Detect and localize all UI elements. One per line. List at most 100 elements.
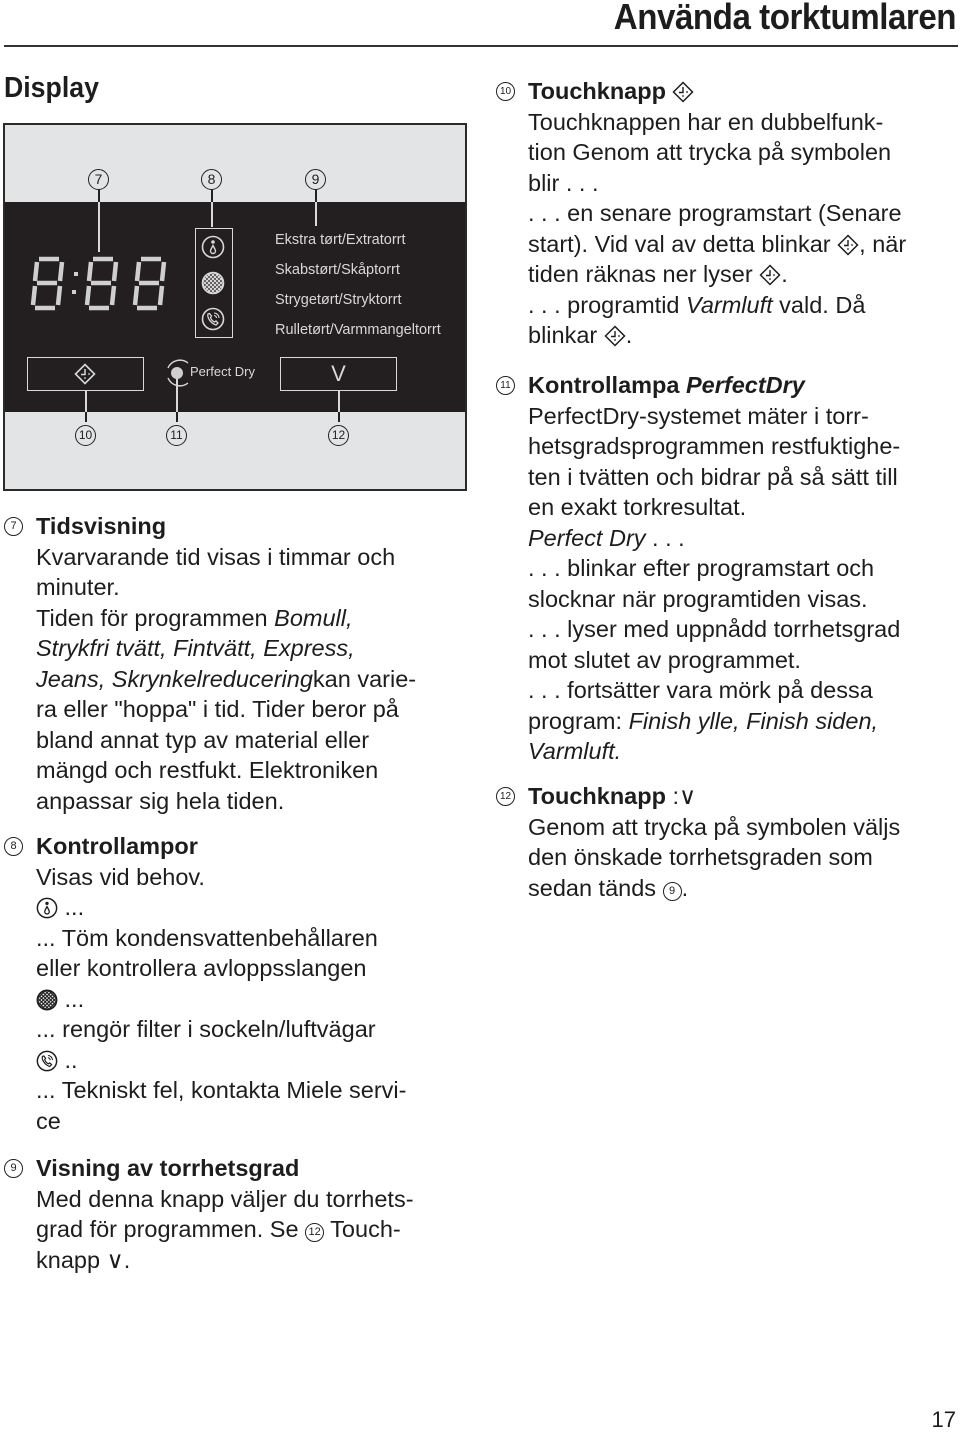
- item-8-indicator-lamps: 8 Kontrollampor Visas vid behov. ... ...…: [4, 831, 406, 1136]
- callout-10: 10: [75, 425, 96, 446]
- text-line: Genom att trycka på symbolen väljs: [528, 813, 901, 840]
- program-names: Finish ylle, Finish siden,: [628, 707, 879, 734]
- text-line: Perfect Dry . . .: [528, 523, 900, 554]
- water-drain-icon: [201, 235, 225, 259]
- dryness-select-button[interactable]: V: [280, 357, 397, 391]
- text-line: . . . fortsätter vara mörk på dessa: [528, 677, 873, 703]
- item-12-dryness-touch-button: 12 Touchknapp :∨ Genom att trycka på sym…: [496, 781, 900, 903]
- text-line: ... Tekniskt fel, kontakta Miele servi-: [36, 1077, 407, 1103]
- item-heading: Visning av torrhetsgrad: [36, 1155, 300, 1181]
- text-line: Kvarvarande tid visas i timmar och: [36, 543, 396, 570]
- item-body: Visas vid behov. ... ... Töm kondensvatt…: [4, 862, 406, 1137]
- text-line: Med denna knapp väljer du torrhets-: [36, 1185, 414, 1212]
- program-name: Bomull,: [274, 604, 353, 631]
- lamp-entry-water: ...: [36, 892, 406, 923]
- text-span: sedan tänds: [528, 874, 663, 901]
- item-number: 8: [4, 837, 23, 856]
- callout-7: 7: [88, 169, 109, 190]
- text-span: blinkar: [528, 322, 604, 348]
- program-names: Strykfri tvätt, Fintvätt, Express,: [36, 635, 355, 661]
- text-line: Jeans, Skrynkelreduceringkan varie-: [36, 664, 416, 695]
- text-span: kan varie-: [312, 665, 417, 692]
- program-name: Perfect Dry: [528, 524, 646, 551]
- dryness-select-label: V: [331, 361, 346, 386]
- text-line: Visas vid behov.: [36, 863, 205, 890]
- item-11-perfectdry-lamp: 11 Kontrollampa PerfectDry PerfectDry-sy…: [496, 370, 900, 767]
- text-line: slocknar när programtiden visas.: [528, 585, 868, 612]
- page-number: 17: [931, 1407, 956, 1432]
- text-line: den önskade torrhetsgraden som: [528, 844, 873, 870]
- heading-suffix: :∨: [665, 783, 697, 809]
- leader-line-12: [338, 390, 340, 412]
- item-heading: Kontrollampor: [36, 833, 198, 859]
- time-display: [29, 256, 169, 317]
- item-9-dryness-display: 9 Visning av torrhetsgrad Med denna knap…: [4, 1153, 414, 1275]
- leader-line-7: [98, 202, 100, 252]
- text-line: hetsgradsprogrammen restfuktighe-: [528, 433, 901, 459]
- service-phone-icon: [201, 307, 225, 331]
- item-number: 11: [496, 376, 515, 395]
- leader-line-9-top: [315, 188, 317, 202]
- text-span: start). Vid val av detta blinkar: [528, 230, 838, 257]
- dryness-level-iron-dry: Strygetørt/Stryktorrt: [275, 292, 402, 308]
- service-phone-icon: [36, 1050, 58, 1071]
- clock-diamond-icon: [672, 81, 695, 103]
- page-header-title: Använda torktumlaren: [613, 0, 957, 37]
- leader-line-12-bottom: [338, 412, 340, 422]
- text-line: ... rengör filter i sockeln/luftvägar: [36, 1016, 376, 1042]
- perfect-dry-indicator: Perfect Dry: [162, 356, 255, 395]
- item-body: Kvarvarande tid visas i timmar och minut…: [4, 542, 416, 817]
- text-line: Touchknappen har en dubbelfunk-: [528, 108, 884, 135]
- text-line: mängd och restfukt. Elektroniken: [36, 757, 379, 783]
- dryness-level-list: Ekstra tørt/Extratorrt Skabstørt/Skåptor…: [275, 225, 441, 345]
- text-line: start). Vid val av detta blinkar , när: [528, 229, 906, 260]
- text-line: . . . lyser med uppnådd torrhetsgrad: [528, 616, 901, 642]
- reference-number-9: 9: [662, 881, 682, 901]
- text-line: knapp ∨.: [36, 1246, 131, 1273]
- text-line: eller kontrollera avloppsslangen: [36, 955, 367, 981]
- leader-line-10: [85, 390, 87, 412]
- lamp-entry-service: ..: [36, 1045, 406, 1076]
- leader-line-8-top: [211, 188, 213, 202]
- item-number: 7: [4, 517, 23, 536]
- heading-italic-text: PerfectDry: [685, 372, 805, 398]
- item-number: 10: [496, 82, 515, 101]
- perfect-dry-label: Perfect Dry: [190, 364, 256, 379]
- text-line: mot slutet av programmet.: [528, 646, 801, 673]
- item-body: PerfectDry-systemet mäter i torr- hetsgr…: [496, 401, 900, 767]
- clock-diamond-icon: [604, 325, 626, 347]
- clock-diamond-icon: [74, 363, 96, 385]
- dryness-level-mangle-dry: Rulletørt/Varmmangeltorrt: [275, 322, 441, 338]
- item-body: Med denna knapp väljer du torrhets- grad…: [4, 1184, 414, 1276]
- text-span: ..: [64, 1046, 78, 1073]
- text-span: ...: [64, 894, 85, 920]
- lamp-entry-filter: ...: [36, 984, 406, 1015]
- water-drain-icon: [36, 897, 58, 919]
- dryness-level-extra-dry: Ekstra tørt/Extratorrt: [275, 232, 406, 248]
- text-line: . . . programtid Varmluft vald. Då: [528, 290, 906, 321]
- text-span: . . . programtid: [528, 291, 687, 318]
- text-line: sedan tänds 9.: [528, 874, 689, 901]
- item-7-time-display: 7 Tidsvisning Kvarvarande tid visas i ti…: [4, 511, 416, 816]
- callout-12: 12: [328, 425, 349, 446]
- text-span: grad för programmen. Se: [36, 1216, 306, 1242]
- heading-text: Touchknapp: [528, 78, 666, 104]
- text-line: ce: [36, 1107, 61, 1134]
- text-line: ... Töm kondensvattenbehållaren: [36, 924, 378, 951]
- text-line: Tiden för programmen Bomull,: [36, 603, 416, 634]
- program-name: Varmluft.: [528, 738, 622, 764]
- text-line: grad för programmen. Se 12 Touch-: [36, 1214, 414, 1245]
- reference-number-12: 12: [305, 1223, 325, 1242]
- leader-line-9: [315, 202, 317, 226]
- text-line: en exakt torkresultat.: [528, 494, 747, 520]
- text-line: ten i tvätten och bidrar på så sätt till: [528, 463, 898, 490]
- text-span: ...: [64, 985, 85, 1012]
- item-body: Touchknappen har en dubbelfunk- tion Gen…: [496, 107, 906, 351]
- item-10-timer-touch-button: 10 Touchknapp Touchknappen har en dubbel…: [496, 76, 906, 351]
- filter-icon: [201, 271, 225, 295]
- item-heading: Tidsvisning: [36, 513, 167, 539]
- item-heading: Kontrollampa PerfectDry: [496, 370, 900, 401]
- text-span: , när: [859, 230, 907, 257]
- timer-touch-button[interactable]: [27, 357, 144, 391]
- clock-diamond-icon: [837, 233, 859, 256]
